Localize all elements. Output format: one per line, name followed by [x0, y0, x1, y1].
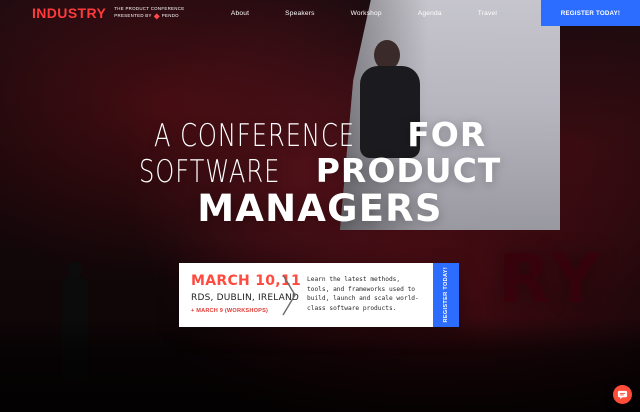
pendo-logo-icon	[153, 13, 160, 20]
hero-line-3-bold: MANAGERS	[197, 187, 443, 230]
main-nav: About Speakers Workshop Agenda Travel RE…	[231, 0, 640, 26]
hero-line-2-bold: PRODUCT	[315, 151, 502, 190]
stage-floor-shadow	[0, 317, 640, 412]
event-workshop-date: + MARCH 9 (WORKSHOPS)	[191, 308, 269, 314]
logo-presented-by: PRESENTED BY	[114, 12, 152, 18]
hero-line-1-bold: FOR	[407, 115, 487, 154]
chat-bubble-icon	[617, 390, 628, 400]
event-description: Learn the latest methods, tools, and fra…	[307, 276, 419, 312]
event-date: MARCH 10,11	[191, 273, 301, 289]
nav-speakers[interactable]: Speakers	[285, 10, 314, 17]
hero-headline: A CONFERENCE FOR SOFTWARE PRODUCT MANAGE…	[0, 118, 640, 227]
nav-about[interactable]: About	[231, 10, 249, 17]
hero-line-2-light: SOFTWARE	[138, 154, 280, 190]
hero-line-3: MANAGERS	[197, 190, 442, 227]
stage-big-letters: RY	[498, 240, 604, 319]
hero-line-1: A CONFERENCE FOR	[154, 118, 487, 152]
hero-line-2: SOFTWARE PRODUCT	[139, 154, 502, 188]
hero-line-1-light: A CONFERENCE	[153, 118, 355, 154]
chevron-right-icon	[282, 274, 296, 316]
chat-launcher-button[interactable]	[613, 385, 632, 404]
nav-travel[interactable]: Travel	[478, 10, 497, 17]
top-header: INDUSTRY THE PRODUCT CONFERENCE PRESENTE…	[0, 0, 640, 26]
nav-workshop[interactable]: Workshop	[351, 10, 382, 17]
card-register-label: REGISTER TODAY!	[443, 267, 449, 323]
card-register-button[interactable]: REGISTER TODAY!	[433, 263, 459, 327]
logo-tagline-line1: THE PRODUCT CONFERENCE	[114, 6, 185, 12]
event-date-block: MARCH 10,11 RDS, DUBLIN, IRELAND + MARCH…	[179, 263, 301, 327]
logo-tagline-line2: PRESENTED BY pendo	[114, 12, 184, 20]
brand-logo[interactable]: INDUSTRY THE PRODUCT CONFERENCE PRESENTE…	[32, 0, 184, 26]
header-register-button[interactable]: REGISTER TODAY!	[541, 0, 640, 26]
logo-sponsor: pendo	[161, 12, 179, 18]
event-venue: RDS, DUBLIN, IRELAND	[191, 293, 300, 303]
logo-wordmark: INDUSTRY	[32, 5, 107, 21]
nav-agenda[interactable]: Agenda	[418, 10, 442, 17]
event-info-card: MARCH 10,11 RDS, DUBLIN, IRELAND + MARCH…	[179, 263, 459, 327]
landing-page: RY INDUSTRY THE PRODUCT CONFERENCE PRESE…	[0, 0, 640, 412]
logo-tagline: THE PRODUCT CONFERENCE PRESENTED BY pend…	[114, 6, 185, 20]
